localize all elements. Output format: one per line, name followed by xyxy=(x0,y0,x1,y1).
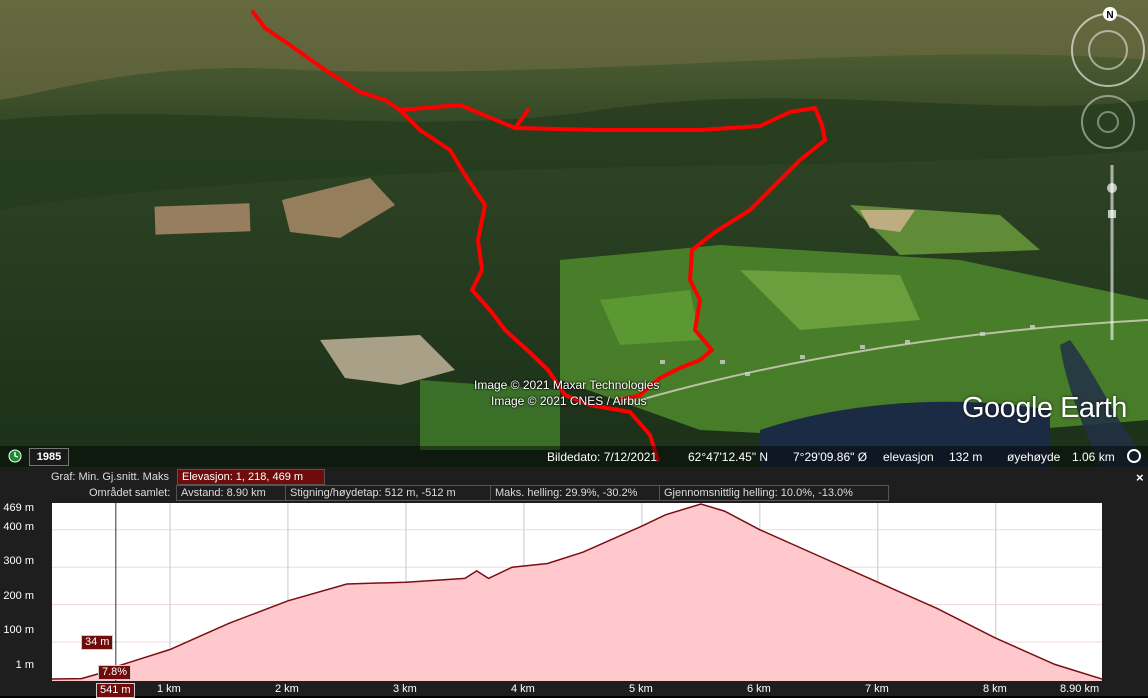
max-slope-stat: Maks. helling: 29.9%, -30.2% xyxy=(490,485,660,501)
compass-ring[interactable] xyxy=(1071,13,1145,87)
compass-north-label: N xyxy=(1106,10,1113,21)
longitude-readout: 7°29'09.86" Ø xyxy=(793,450,868,464)
historical-imagery-clock-icon[interactable] xyxy=(8,449,22,463)
latitude-readout: 62°47'12.45" N xyxy=(688,450,769,464)
area-summary-label: Området samlet: xyxy=(89,487,171,499)
y-tick-label: 200 m xyxy=(3,590,34,602)
x-tick-label: 8.90 km xyxy=(1060,683,1100,695)
eye-altitude-label: øyehøyde xyxy=(1007,450,1061,464)
elevation-label: elevasjon xyxy=(883,450,934,464)
navigation-controls[interactable]: N xyxy=(1068,0,1148,360)
y-tick-label: 400 m xyxy=(3,521,34,533)
y-tick-label: 469 m xyxy=(3,502,34,514)
elevation-chart-svg[interactable] xyxy=(51,503,1103,681)
zoom-in-icon[interactable] xyxy=(1108,210,1116,218)
imagery-attribution-1: Image © 2021 Maxar Technologies xyxy=(474,378,660,392)
map-view[interactable]: Image © 2021 Maxar Technologies Image © … xyxy=(0,0,1148,467)
x-tick-label: 4 km xyxy=(511,683,535,695)
distance-stat: Avstand: 8.90 km xyxy=(176,485,286,501)
zoom-handle-icon[interactable] xyxy=(1107,183,1117,193)
elevation-area xyxy=(52,504,1102,681)
y-tick-label: 1 m xyxy=(15,659,34,671)
y-tick-label: 100 m xyxy=(3,624,34,636)
x-tick-label: 1 km xyxy=(157,683,181,695)
imagery-year-badge[interactable]: 1985 xyxy=(29,448,69,466)
x-tick-label: 2 km xyxy=(275,683,299,695)
x-tick-label: 3 km xyxy=(393,683,417,695)
x-tick-label: 5 km xyxy=(629,683,653,695)
y-tick-label: 300 m xyxy=(3,555,34,567)
eye-altitude-value: 1.06 km xyxy=(1072,450,1115,464)
cursor-slope-label: 7.8% xyxy=(98,665,132,680)
x-tick-label: 6 km xyxy=(747,683,771,695)
look-joystick[interactable] xyxy=(1081,95,1135,149)
x-tick-label: 8 km xyxy=(983,683,1007,695)
status-bar: 1985 Bildedato: 7/12/2021 62°47'12.45" N… xyxy=(0,446,1148,467)
close-profile-button[interactable]: × xyxy=(1136,470,1144,485)
zoom-slider[interactable] xyxy=(1107,165,1117,340)
avg-slope-stat: Gjennomsnittlig helling: 10.0%, -13.0% xyxy=(659,485,889,501)
elevation-value: 132 m xyxy=(949,450,983,464)
elevation-stat: Elevasjon: 1, 218, 469 m xyxy=(177,469,325,485)
cursor-elevation-label: 34 m xyxy=(81,635,114,650)
graph-mode-label[interactable]: Graf: Min. Gj.snitt. Maks xyxy=(51,471,169,483)
x-tick-label: 7 km xyxy=(865,683,889,695)
imagery-attribution-2: Image © 2021 CNES / Airbus xyxy=(491,394,647,408)
google-earth-logo: Google Earth xyxy=(962,392,1127,424)
imagery-date: Bildedato: 7/12/2021 xyxy=(547,450,658,464)
climb-stat: Stigning/høydetap: 512 m, -512 m xyxy=(285,485,491,501)
search-icon[interactable] xyxy=(1126,448,1142,464)
elevation-chart[interactable] xyxy=(51,503,1103,681)
